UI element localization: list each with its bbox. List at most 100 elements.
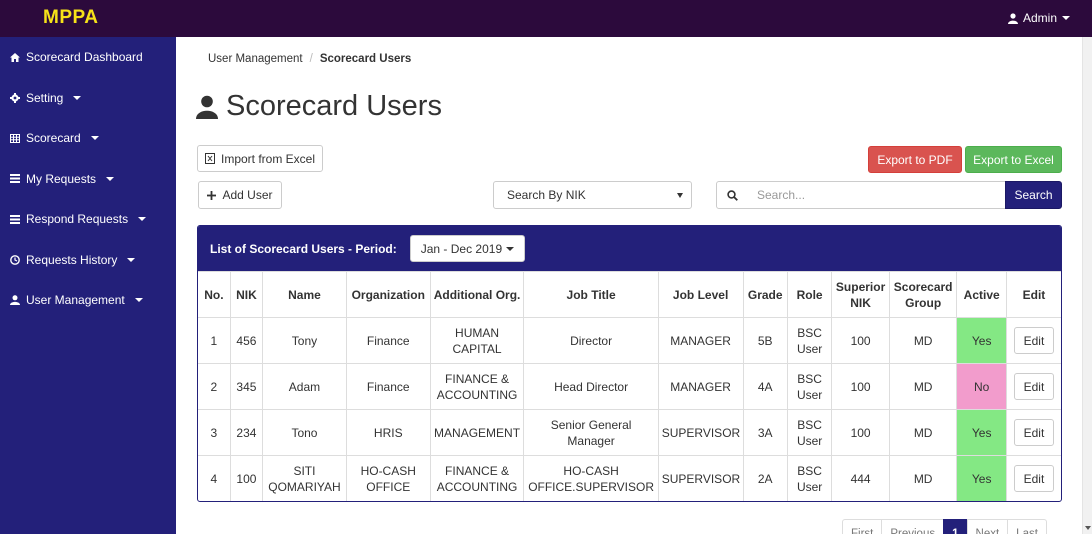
clock-icon — [10, 254, 20, 265]
cell-no: 3 — [198, 409, 231, 456]
chevron-down-icon — [506, 246, 515, 251]
column-header: No. — [198, 271, 231, 318]
pagination-last[interactable]: Last — [1007, 519, 1047, 534]
cell-grade: 4A — [742, 363, 788, 410]
chevron-down-icon — [106, 176, 115, 181]
cell-job-title: Head Director — [523, 363, 659, 410]
sidebar-item-my-requests[interactable]: My Requests — [0, 159, 176, 200]
cell-active: Yes — [956, 317, 1007, 364]
cell-active: Yes — [956, 455, 1007, 501]
cell-name: SITI QOMARIYAH — [262, 455, 347, 501]
pagination-next[interactable]: Next — [966, 519, 1009, 534]
users-table: No. NIK Name Organization Additional Org… — [198, 271, 1061, 501]
cell-org: HO-CASH OFFICE — [345, 455, 431, 501]
cell-nik: 100 — [229, 455, 264, 501]
column-header: Role — [786, 271, 833, 318]
cell-job-level: SUPERVISOR — [657, 409, 744, 456]
chevron-down-icon — [677, 193, 683, 198]
cell-role: BSC User — [786, 317, 833, 364]
sidebar-item-scorecard-dashboard[interactable]: Scorecard Dashboard — [0, 37, 176, 78]
vertical-scrollbar[interactable] — [1082, 37, 1092, 534]
cell-group: MD — [888, 455, 958, 501]
pagination-first[interactable]: First — [842, 519, 883, 534]
panel-heading: List of Scorecard Users - Period: Jan - … — [198, 226, 1061, 271]
list-icon — [10, 214, 20, 224]
file-excel-icon — [204, 153, 215, 164]
user-icon — [1007, 12, 1018, 24]
scroll-down-arrow-icon[interactable] — [1085, 526, 1091, 530]
table-row: 2 345 Adam Finance FINANCE & ACCOUNTING … — [198, 363, 1061, 410]
cell-nik: 456 — [229, 317, 264, 364]
cell-grade: 3A — [742, 409, 788, 456]
chevron-down-icon — [73, 95, 82, 100]
pagination: First Previous 1 Next Last — [842, 519, 1047, 534]
column-header: Job Title — [523, 271, 659, 318]
cell-superior: 444 — [831, 455, 890, 501]
cell-active: No — [956, 363, 1007, 410]
cell-active: Yes — [956, 409, 1007, 456]
page-title-text: Scorecard Users — [226, 90, 442, 122]
search-button[interactable]: Search — [1005, 181, 1062, 209]
edit-button[interactable]: Edit — [1013, 419, 1054, 446]
breadcrumb-current: Scorecard Users — [319, 53, 412, 65]
pagination-previous[interactable]: Previous — [881, 519, 945, 534]
cell-role: BSC User — [786, 455, 833, 501]
chevron-down-icon — [90, 136, 99, 141]
cell-edit: Edit — [1005, 363, 1061, 410]
cell-group: MD — [888, 317, 958, 364]
add-user-button[interactable]: Add User — [198, 181, 282, 209]
cell-add-org: FINANCE & ACCOUNTING — [429, 455, 525, 501]
sidebar: Scorecard Dashboard Setting Scorecard My… — [0, 37, 176, 534]
main-content: User Management / Scorecard Users Scorecar… — [176, 37, 1082, 534]
search-input[interactable] — [747, 181, 1006, 209]
chevron-down-icon — [138, 217, 147, 222]
pagination-page-1[interactable]: 1 — [943, 519, 968, 534]
edit-button[interactable]: Edit — [1013, 327, 1054, 354]
sidebar-item-label: Scorecard — [26, 131, 81, 146]
cell-job-level: MANAGER — [657, 317, 744, 364]
search-icon — [726, 189, 738, 201]
period-dropdown[interactable]: Jan - Dec 2019 — [409, 235, 526, 262]
cell-superior: 100 — [831, 317, 890, 364]
column-header: Job Level — [657, 271, 744, 318]
sidebar-item-scorecard[interactable]: Scorecard — [0, 118, 176, 159]
cell-edit: Edit — [1005, 409, 1061, 456]
column-header: Additional Org. — [429, 271, 525, 318]
breadcrumb-parent[interactable]: User Management — [208, 53, 303, 65]
cell-org: Finance — [345, 363, 431, 410]
column-header: Active — [956, 271, 1007, 318]
sidebar-item-requests-history[interactable]: Requests History — [0, 240, 176, 281]
list-icon — [10, 174, 20, 184]
column-header: Grade — [742, 271, 788, 318]
admin-label: Admin — [1022, 11, 1057, 25]
brand-logo[interactable]: MPPA — [43, 7, 98, 29]
breadcrumb: User Management / Scorecard Users — [208, 53, 411, 65]
export-excel-button[interactable]: Export to Excel — [965, 146, 1062, 173]
cell-role: BSC User — [786, 363, 833, 410]
export-pdf-button[interactable]: Export to PDF — [868, 146, 962, 173]
cell-grade: 5B — [742, 317, 788, 364]
cell-job-title: Director — [523, 317, 659, 364]
sidebar-item-setting[interactable]: Setting — [0, 78, 176, 119]
cell-grade: 2A — [742, 455, 788, 501]
column-header: Organization — [345, 271, 431, 318]
edit-button[interactable]: Edit — [1013, 373, 1054, 400]
cell-job-level: MANAGER — [657, 363, 744, 410]
cell-job-title: Senior General Manager — [523, 409, 659, 456]
column-header: NIK — [229, 271, 264, 318]
search-by-select[interactable]: Search By NIK — [493, 181, 692, 209]
sidebar-item-respond-requests[interactable]: Respond Requests — [0, 199, 176, 240]
chevron-down-icon — [127, 257, 136, 262]
import-excel-button[interactable]: Import from Excel — [197, 145, 323, 172]
admin-menu[interactable]: Admin — [1007, 11, 1070, 25]
sidebar-item-user-management[interactable]: User Management — [0, 280, 176, 321]
column-header: Scorecard Group — [888, 271, 958, 318]
home-icon — [10, 52, 20, 62]
cell-add-org: FINANCE & ACCOUNTING — [429, 363, 525, 410]
cell-name: Tony — [262, 317, 347, 364]
column-header: Superior NIK — [831, 271, 890, 318]
cell-name: Adam — [262, 363, 347, 410]
table-row: 3 234 Tono HRIS MANAGEMENT Senior Genera… — [198, 409, 1061, 456]
edit-button[interactable]: Edit — [1013, 465, 1054, 493]
cell-job-level: SUPERVISOR — [657, 455, 744, 501]
